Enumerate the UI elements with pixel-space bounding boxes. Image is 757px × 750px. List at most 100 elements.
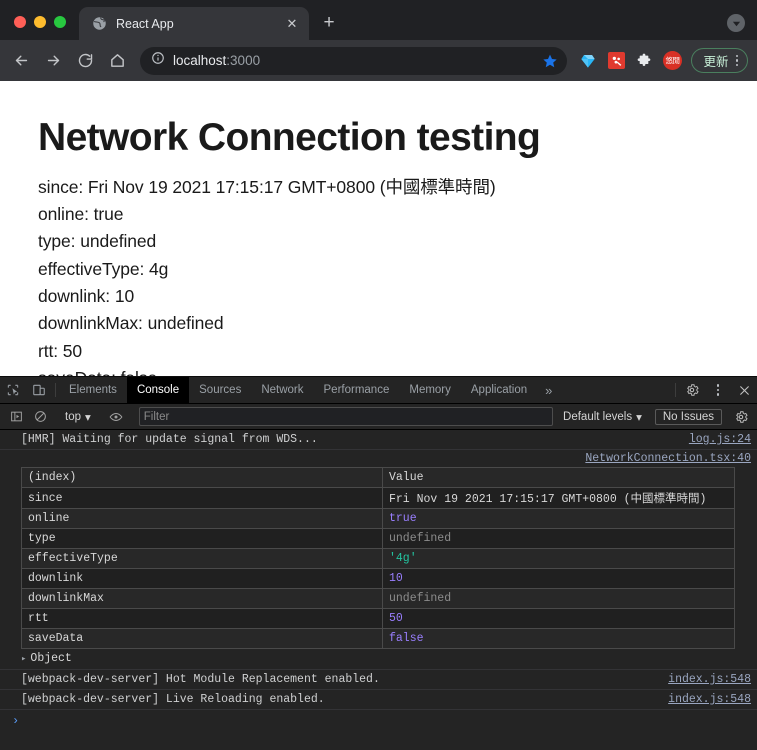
- console-message-hmr-enabled[interactable]: [webpack-dev-server] Hot Module Replacem…: [0, 670, 757, 690]
- minimize-window-button[interactable]: [34, 16, 46, 28]
- clear-console-icon[interactable]: [28, 406, 52, 428]
- page-line-rtt: rtt: 50: [38, 340, 83, 361]
- console-object-label: Object: [30, 652, 72, 665]
- filter-input[interactable]: Filter: [138, 407, 554, 426]
- update-button-label: 更新: [703, 55, 729, 69]
- table-cell-value: undefined: [382, 588, 735, 609]
- red-square-extension-icon[interactable]: [603, 48, 629, 74]
- easycard-extension-label: 悠閒: [662, 51, 682, 70]
- browser-toolbar: localhost:3000 悠閒 更新: [0, 40, 757, 81]
- console-message-text: [webpack-dev-server] Live Reloading enab…: [21, 693, 325, 706]
- table-cell-index: downlinkMax: [21, 588, 383, 609]
- gear-icon[interactable]: [679, 377, 705, 403]
- live-expression-eye-icon[interactable]: [104, 406, 128, 428]
- table-cell-value: undefined: [382, 528, 735, 549]
- table-row[interactable]: online true: [21, 508, 735, 529]
- prompt-arrow-icon: ›: [12, 714, 20, 728]
- browser-tab[interactable]: React App ✕: [79, 7, 309, 40]
- page-line-type: type: undefined: [38, 231, 157, 252]
- tab-sources[interactable]: Sources: [189, 377, 251, 403]
- console-message-live-reload[interactable]: [webpack-dev-server] Live Reloading enab…: [0, 690, 757, 710]
- page-line-savedata: saveData: false: [38, 365, 757, 376]
- table-cell-value: 10: [382, 568, 735, 589]
- chevron-down-icon: ▾: [85, 411, 91, 424]
- tab-strip: React App ✕ +: [0, 0, 757, 40]
- tab-elements[interactable]: Elements: [59, 377, 127, 403]
- table-cell-index: downlink: [21, 568, 383, 589]
- table-cell-index: saveData: [21, 628, 383, 649]
- devtools-kebab-menu-icon[interactable]: [705, 377, 731, 403]
- table-row[interactable]: rtt 50: [21, 608, 735, 629]
- console-table: (index) Value since Fri Nov 19 2021 17:1…: [21, 467, 735, 649]
- tab-memory[interactable]: Memory: [399, 377, 461, 403]
- console-object-row[interactable]: ▸ Object: [0, 649, 757, 670]
- update-button[interactable]: 更新: [691, 48, 748, 73]
- console-prompt[interactable]: ›: [0, 710, 757, 732]
- back-arrow-icon[interactable]: [6, 46, 36, 76]
- console-toolbar: top ▾ Filter Default levels ▾ No Issues: [0, 404, 757, 430]
- profile-avatar-icon[interactable]: [727, 14, 745, 32]
- reload-icon[interactable]: [70, 46, 100, 76]
- log-levels-label: Default levels: [563, 410, 633, 423]
- close-window-button[interactable]: [14, 16, 26, 28]
- address-bar[interactable]: localhost:3000: [140, 46, 568, 75]
- tab-console[interactable]: Console: [126, 377, 190, 403]
- kebab-menu-icon[interactable]: [733, 54, 742, 67]
- url-port: :3000: [226, 53, 261, 68]
- tab-title: React App: [116, 16, 174, 31]
- table-cell-index: since: [21, 487, 383, 509]
- table-cell-value: 50: [382, 608, 735, 629]
- table-cell-index: rtt: [21, 608, 383, 629]
- home-icon[interactable]: [102, 46, 132, 76]
- tab-network[interactable]: Network: [251, 377, 313, 403]
- console-message-source-link[interactable]: index.js:548: [668, 693, 751, 706]
- chevron-down-icon: ▾: [636, 411, 642, 424]
- table-row[interactable]: type undefined: [21, 528, 735, 549]
- puzzle-piece-icon[interactable]: [631, 48, 657, 74]
- table-row[interactable]: since Fri Nov 19 2021 17:15:17 GMT+0800 …: [21, 487, 735, 509]
- table-row[interactable]: downlink 10: [21, 568, 735, 589]
- browser-window: React App ✕ + localhost:3000 悠閒 更新 Netwo…: [0, 0, 757, 750]
- close-tab-button[interactable]: ✕: [283, 15, 301, 33]
- table-row[interactable]: saveData false: [21, 628, 735, 649]
- issues-button[interactable]: No Issues: [654, 408, 722, 425]
- table-row[interactable]: downlinkMax undefined: [21, 588, 735, 609]
- star-filled-icon[interactable]: [538, 49, 562, 73]
- forward-arrow-icon[interactable]: [38, 46, 68, 76]
- new-tab-button[interactable]: +: [315, 9, 343, 37]
- table-cell-value: false: [382, 628, 735, 649]
- tab-performance[interactable]: Performance: [314, 377, 400, 403]
- table-cell-value: true: [382, 508, 735, 529]
- table-row[interactable]: effectiveType '4g': [21, 548, 735, 569]
- console-table-source-link[interactable]: NetworkConnection.tsx:40: [585, 452, 751, 465]
- tab-application[interactable]: Application: [461, 377, 537, 403]
- table-cell-index: effectiveType: [21, 548, 383, 569]
- context-selector-label: top: [65, 410, 81, 423]
- more-tabs-button[interactable]: »: [537, 377, 560, 403]
- console-message-source-link[interactable]: index.js:548: [668, 673, 751, 686]
- context-selector[interactable]: top ▾: [59, 410, 97, 424]
- console-sidebar-icon[interactable]: [4, 406, 28, 428]
- log-levels-selector[interactable]: Default levels ▾: [557, 410, 648, 424]
- window-traffic-lights: [0, 16, 79, 40]
- address-bar-url[interactable]: localhost:3000: [173, 53, 530, 68]
- console-message-text: [webpack-dev-server] Hot Module Replacem…: [21, 673, 380, 686]
- url-host: localhost: [173, 53, 227, 68]
- page-line-online: online: true: [38, 204, 124, 225]
- inspect-element-icon[interactable]: [0, 377, 26, 403]
- console-message-hmr[interactable]: [HMR] Waiting for update signal from WDS…: [0, 430, 757, 450]
- console-message-source-link[interactable]: log.js:24: [689, 433, 751, 446]
- page-line-effectivetype: effectiveType: 4g: [38, 258, 169, 279]
- close-devtools-icon[interactable]: [731, 377, 757, 403]
- console-settings-gear-icon[interactable]: [729, 406, 753, 428]
- console-table-source-row: NetworkConnection.tsx:40: [0, 450, 757, 466]
- easycard-extension-icon[interactable]: 悠閒: [659, 48, 685, 74]
- device-toolbar-icon[interactable]: [26, 377, 52, 403]
- expand-triangle-icon[interactable]: ▸: [21, 654, 26, 664]
- diamond-extension-icon[interactable]: [575, 48, 601, 74]
- console-message-list[interactable]: [HMR] Waiting for update signal from WDS…: [0, 430, 757, 750]
- info-circle-icon[interactable]: [151, 51, 165, 70]
- maximize-window-button[interactable]: [54, 16, 66, 28]
- globe-icon: [91, 16, 107, 32]
- toolbar-divider: [55, 383, 56, 397]
